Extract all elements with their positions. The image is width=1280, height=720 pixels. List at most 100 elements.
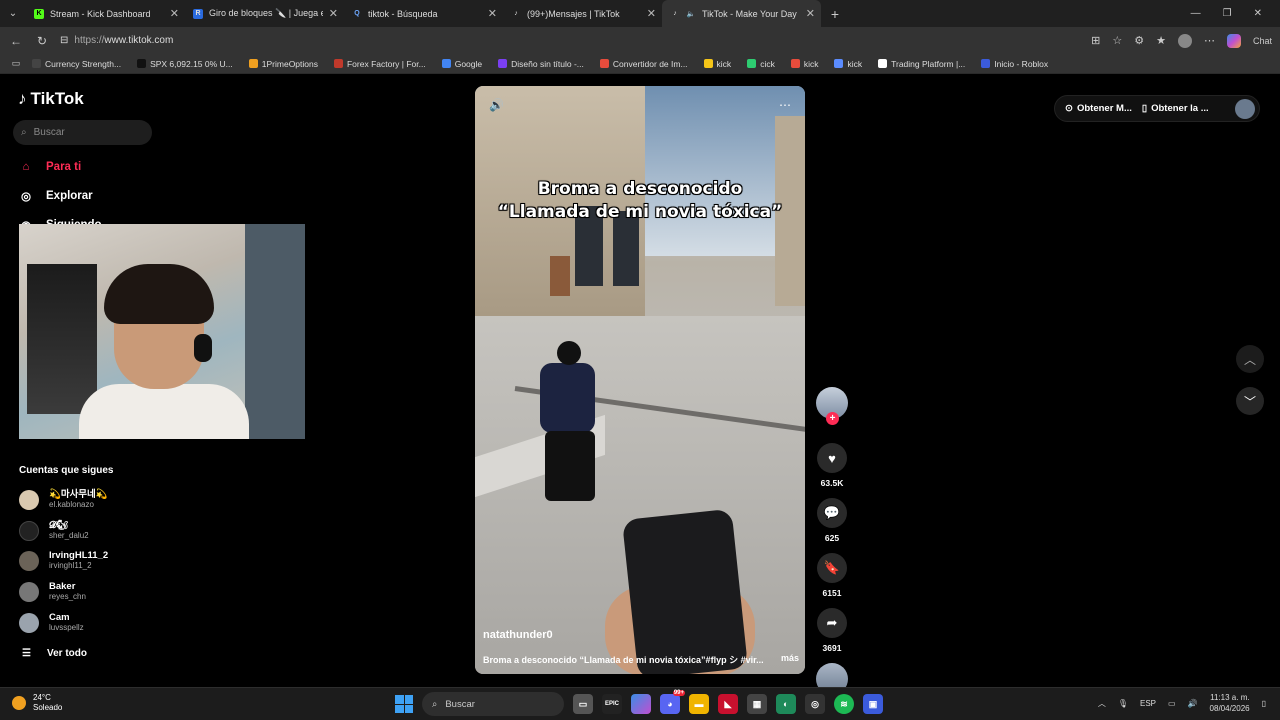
- app-red-icon[interactable]: ◣: [718, 694, 738, 714]
- epic-games-icon[interactable]: EPIC: [602, 694, 622, 714]
- minimize-icon[interactable]: —: [1191, 8, 1201, 19]
- save-button[interactable]: 🔖: [817, 553, 847, 583]
- chat-label[interactable]: Chat: [1253, 36, 1272, 46]
- language-indicator[interactable]: ESP: [1140, 699, 1156, 708]
- followed-account[interactable]: 𝓓🐿 sher_dalu2: [19, 520, 89, 541]
- user-avatar[interactable]: [1235, 98, 1255, 119]
- volume-icon[interactable]: 🔊: [489, 98, 504, 112]
- get-app-button[interactable]: ▯ Obtener la ...: [1142, 103, 1209, 114]
- bookmark-item[interactable]: Convertidor de Im...: [592, 59, 696, 69]
- close-window-icon[interactable]: ✕: [1254, 8, 1262, 19]
- comment-button[interactable]: 💬: [817, 498, 847, 528]
- profile-avatar[interactable]: [1177, 33, 1192, 48]
- like-button[interactable]: ♥: [817, 443, 847, 473]
- tiktok-logo[interactable]: ♪ TikTok: [18, 89, 84, 109]
- compass-icon: ◎: [20, 191, 32, 203]
- search-input[interactable]: ⌕ Buscar: [13, 120, 152, 145]
- roblox-app-icon[interactable]: ▣: [863, 694, 883, 714]
- microphone-icon[interactable]: 🎙: [1118, 699, 1128, 708]
- bookmark-item[interactable]: Currency Strength...: [24, 59, 129, 69]
- bookmark-item[interactable]: Forex Factory | For...: [326, 59, 434, 69]
- url-protocol: https://: [74, 35, 105, 46]
- tab-roblox-game[interactable]: R Giro de bloques 🔪 | Juega en Ro ✕: [185, 0, 344, 27]
- bookmark-item[interactable]: kick: [783, 59, 827, 69]
- bookmark-item[interactable]: 1PrimeOptions: [241, 59, 326, 69]
- nav-explorar[interactable]: ◎ Explorar: [18, 188, 93, 204]
- share-button[interactable]: ➦: [817, 608, 847, 638]
- bookmark-item[interactable]: Trading Platform |...: [870, 59, 973, 69]
- bookmark-item[interactable]: SPX 6,092.15 0% U...: [129, 59, 241, 69]
- url-field[interactable]: ⊟ https://www.tiktok.com: [60, 31, 1081, 51]
- bookmark-label: Diseño sin título -...: [511, 58, 584, 69]
- taskbar-apps: ⌕ Buscar ▭ EPIC ◕ 99+ ▬ ◣ ▦ ◐ ◎ ≋ ▣: [395, 690, 883, 716]
- video-player[interactable]: 🔊 ⋯ Broma a desconocido “Llamada de mi n…: [475, 86, 805, 674]
- spotify-icon[interactable]: ≋: [834, 694, 854, 714]
- notification-icon[interactable]: ▯: [1262, 699, 1266, 708]
- more-options-icon[interactable]: ⋯: [779, 98, 791, 112]
- restore-icon[interactable]: ❐: [1223, 8, 1232, 19]
- video-author[interactable]: natathunder0: [483, 629, 553, 641]
- favorites-icon[interactable]: ★: [1156, 34, 1166, 47]
- site-info-icon[interactable]: ⊟: [60, 35, 68, 46]
- taskbar-search[interactable]: ⌕ Buscar: [422, 692, 564, 716]
- tab-kick-dashboard[interactable]: K Stream - Kick Dashboard ✕: [26, 0, 185, 27]
- close-icon[interactable]: ✕: [329, 7, 338, 20]
- edge-icon[interactable]: ◐: [776, 694, 796, 714]
- account-name: Cam: [49, 612, 70, 623]
- copilot-app-icon[interactable]: [631, 694, 651, 714]
- see-all-button[interactable]: ☰ Ver todo: [22, 648, 87, 659]
- tab-search[interactable]: Q tiktok - Búsqueda ✕: [344, 0, 503, 27]
- bookmark-favicon-icon: [498, 59, 508, 68]
- close-icon[interactable]: ✕: [170, 7, 179, 20]
- more-link[interactable]: más: [781, 653, 799, 666]
- tab-tiktok-active[interactable]: ♪ 🔈 TikTok - Make Your Day ✕: [662, 0, 821, 27]
- volume-tray-icon[interactable]: 🔊: [1188, 699, 1198, 708]
- avatar: [19, 550, 39, 571]
- followed-account[interactable]: 💫마사무네💫 el.kablonazo: [19, 489, 108, 510]
- followed-account[interactable]: Baker reyes_chn: [19, 581, 86, 602]
- close-icon[interactable]: ✕: [806, 7, 815, 20]
- tab-tiktok-messages[interactable]: ♪ (99+)Mensajes | TikTok ✕: [503, 0, 662, 27]
- store-icon[interactable]: ▦: [747, 694, 767, 714]
- refresh-icon[interactable]: ↻: [34, 34, 50, 48]
- bookmark-item[interactable]: kick: [826, 59, 870, 69]
- account-handle: luvsspellz: [49, 623, 84, 632]
- bookmark-item[interactable]: Diseño sin título -...: [490, 59, 592, 69]
- wall-poster: [27, 264, 97, 414]
- new-tab-button[interactable]: +: [821, 6, 849, 22]
- extensions-icon[interactable]: ⚙: [1134, 34, 1144, 47]
- next-video-button[interactable]: ﹀: [1236, 387, 1264, 415]
- tab-actions-menu[interactable]: ⌄: [0, 0, 26, 27]
- followed-account[interactable]: Cam luvsspellz: [19, 612, 84, 633]
- bookmark-item[interactable]: Google: [434, 59, 490, 69]
- follow-plus-icon[interactable]: +: [826, 412, 839, 425]
- clock[interactable]: 11:13 a. m. 08/04/2026: [1210, 692, 1250, 714]
- bookmark-item[interactable]: kick: [696, 59, 740, 69]
- bookmark-favicon-icon: [703, 59, 713, 68]
- bookmark-item[interactable]: Inicio - Roblox: [973, 59, 1056, 69]
- see-all-label: Ver todo: [46, 648, 87, 659]
- back-arrow-icon[interactable]: ←: [8, 34, 24, 48]
- discord-icon[interactable]: ◕ 99+: [660, 690, 685, 714]
- close-icon[interactable]: ✕: [647, 7, 656, 20]
- bookmark-folder-icon[interactable]: ▭: [8, 58, 24, 69]
- tray-chevron-icon[interactable]: ︿: [1098, 698, 1106, 709]
- weather-widget[interactable]: 24°C Soleado: [12, 693, 62, 713]
- network-icon[interactable]: ▭: [1168, 699, 1176, 708]
- file-explorer-icon[interactable]: ▬: [689, 694, 709, 714]
- more-icon[interactable]: ⋯: [1204, 34, 1215, 47]
- previous-video-button[interactable]: ︿: [1236, 345, 1264, 373]
- followed-account[interactable]: IrvingHL11_2 irvinghl11_2: [19, 550, 108, 571]
- nav-label: Para ti: [46, 161, 82, 173]
- favorite-star-icon[interactable]: ☆: [1112, 34, 1122, 47]
- apps-icon[interactable]: ⊞: [1091, 34, 1100, 47]
- windows-start-icon[interactable]: [395, 695, 413, 713]
- copilot-icon[interactable]: [1226, 33, 1241, 48]
- task-view-icon[interactable]: ▭: [573, 694, 593, 714]
- bookmark-item[interactable]: cick: [739, 59, 783, 69]
- creator-avatar[interactable]: +: [816, 387, 848, 425]
- obs-icon[interactable]: ◎: [805, 694, 825, 714]
- close-icon[interactable]: ✕: [488, 7, 497, 20]
- get-coins-button[interactable]: ⊙ Obtener M...: [1065, 103, 1132, 114]
- nav-para-ti[interactable]: ⌂ Para ti: [18, 159, 82, 175]
